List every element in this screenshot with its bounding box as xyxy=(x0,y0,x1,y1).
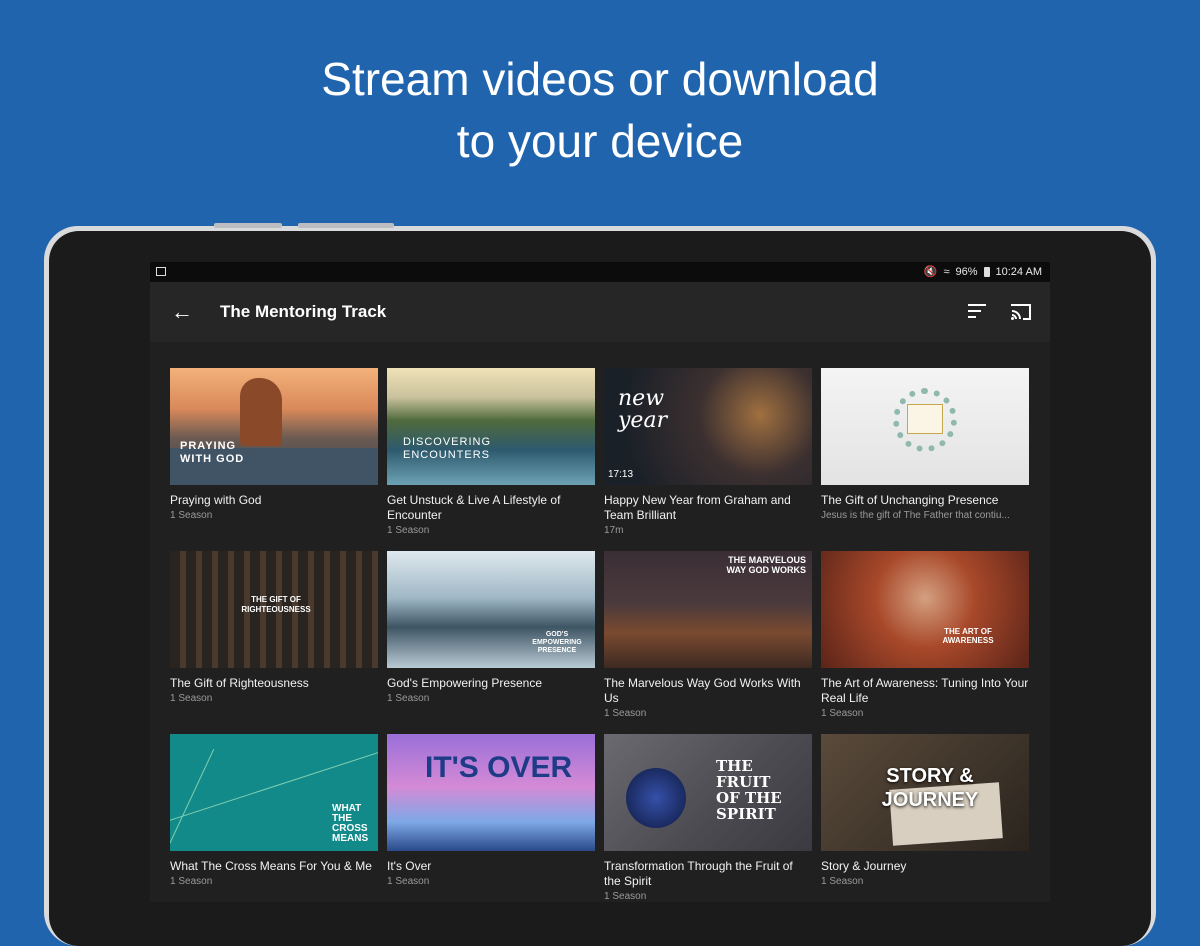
status-right: 🔇 ≈ 96% 10:24 AM xyxy=(924,262,1042,282)
video-card[interactable]: GOD'S EMPOWERING PRESENCE God's Empoweri… xyxy=(387,551,595,706)
battery-percent: 96% xyxy=(955,266,978,278)
page-title: The Mentoring Track xyxy=(220,302,387,321)
tablet-top-button-1 xyxy=(214,223,282,228)
headline: Stream videos or download to your device xyxy=(0,48,1200,172)
app-screen: 🔇 ≈ 96% 10:24 AM ← The Mentoring Track P… xyxy=(150,262,1050,902)
thumbnail-text: PRAYING WITH GOD xyxy=(180,440,245,465)
thumbnail[interactable]: DISCOVERING ENCOUNTERS xyxy=(387,368,595,485)
card-title: The Gift of Righteousness xyxy=(170,676,309,690)
card-title: Happy New Year from Graham and Team Bril… xyxy=(604,493,791,522)
gallery-notification-icon xyxy=(156,267,166,276)
thumbnail-text: GOD'S EMPOWERING PRESENCE xyxy=(532,631,582,654)
thumbnail[interactable]: THE ART OF AWARENESS xyxy=(821,551,1029,668)
thumbnail[interactable]: THE FRUIT OF THE SPIRIT xyxy=(604,734,812,851)
thumbnail[interactable]: PRAYING WITH GOD xyxy=(170,368,378,485)
headline-line-1: Stream videos or download xyxy=(321,53,879,105)
card-title: The Marvelous Way God Works With Us xyxy=(604,676,801,705)
card-title: Story & Journey xyxy=(821,859,907,873)
card-title: Praying with God xyxy=(170,493,262,507)
thumbnail[interactable]: new year 17:13 xyxy=(604,368,812,485)
duration-label: 17:13 xyxy=(608,469,634,480)
card-title: What The Cross Means For You & Me xyxy=(170,859,372,873)
video-card[interactable]: DISCOVERING ENCOUNTERS Get Unstuck & Liv… xyxy=(387,368,595,538)
card-subtitle: 1 Season xyxy=(170,693,213,704)
back-arrow-icon[interactable]: ← xyxy=(170,300,194,324)
thumbnail[interactable]: THE MARVELOUS WAY GOD WORKS xyxy=(604,551,812,668)
thumbnail-text: THE FRUIT OF THE SPIRIT xyxy=(716,757,782,823)
berries-shape xyxy=(626,768,686,828)
card-subtitle: 1 Season xyxy=(387,525,430,536)
video-card[interactable]: IT'S OVER It's Over 1 Season xyxy=(387,734,595,889)
card-subtitle: 1 Season xyxy=(604,708,647,719)
thumbnail-text: new year xyxy=(618,386,668,433)
card-subtitle: 1 Season xyxy=(821,708,864,719)
app-bar: ← The Mentoring Track xyxy=(150,282,1050,342)
thumbnail[interactable]: GOD'S EMPOWERING PRESENCE xyxy=(387,551,595,668)
card-subtitle: 1 Season xyxy=(604,891,647,902)
gift-frame-shape xyxy=(907,404,943,434)
thumbnail[interactable]: STORY & JOURNEY xyxy=(821,734,1029,851)
card-title: Get Unstuck & Live A Lifestyle of Encoun… xyxy=(387,493,561,522)
headline-line-2: to your device xyxy=(456,115,744,167)
card-subtitle: 1 Season xyxy=(387,693,430,704)
thumbnail-text: THE MARVELOUS WAY GOD WORKS xyxy=(726,555,806,575)
thumbnail[interactable]: WHAT THE CROSS MEANS xyxy=(170,734,378,851)
card-subtitle: 1 Season xyxy=(170,510,213,521)
cast-icon[interactable] xyxy=(1010,303,1032,321)
thumbnail-text: STORY & JOURNEY xyxy=(881,765,979,811)
video-card[interactable]: STORY & JOURNEY Story & Journey 1 Season xyxy=(821,734,1029,889)
thumbnail[interactable]: THE GIFT OF RIGHTEOUSNESS xyxy=(170,551,378,668)
card-title: Transformation Through the Fruit of the … xyxy=(604,859,793,888)
thumbnail-text: THE ART OF AWARENESS xyxy=(942,627,994,645)
thumbnail-text: WHAT THE CROSS MEANS xyxy=(332,803,369,844)
card-subtitle: 1 Season xyxy=(821,876,864,887)
video-card[interactable]: The Gift of Unchanging Presence Jesus is… xyxy=(821,368,1029,523)
video-card[interactable]: new year 17:13 Happy New Year from Graha… xyxy=(604,368,812,538)
battery-icon xyxy=(983,267,990,277)
mute-icon: 🔇 xyxy=(923,266,938,278)
line-shape xyxy=(170,748,215,850)
thumbnail-text: IT'S OVER xyxy=(425,751,573,784)
thumbnail[interactable]: IT'S OVER xyxy=(387,734,595,851)
thumbnail-text: DISCOVERING ENCOUNTERS xyxy=(403,436,492,461)
video-card[interactable]: PRAYING WITH GOD Praying with God 1 Seas… xyxy=(170,368,378,523)
clock: 10:24 AM xyxy=(995,266,1042,278)
rock-shape xyxy=(240,378,282,446)
card-title: The Art of Awareness: Tuning Into Your R… xyxy=(821,676,1029,705)
card-subtitle: 1 Season xyxy=(170,876,213,887)
video-card[interactable]: THE ART OF AWARENESS The Art of Awarenes… xyxy=(821,551,1029,721)
tablet-top-button-2 xyxy=(298,223,394,228)
video-card[interactable]: THE GIFT OF RIGHTEOUSNESS The Gift of Ri… xyxy=(170,551,378,706)
video-card[interactable]: THE FRUIT OF THE SPIRIT Transformation T… xyxy=(604,734,812,902)
status-bar: 🔇 ≈ 96% 10:24 AM xyxy=(150,262,1050,282)
card-subtitle: 17m xyxy=(604,525,624,536)
thumbnail[interactable] xyxy=(821,368,1029,485)
wifi-icon: ≈ xyxy=(943,266,950,278)
card-title: It's Over xyxy=(387,859,432,873)
card-subtitle: Jesus is the gift of The Father that con… xyxy=(821,510,1010,521)
thumbnail-text: THE GIFT OF RIGHTEOUSNESS xyxy=(241,595,311,614)
sort-icon[interactable] xyxy=(968,304,988,320)
card-title: The Gift of Unchanging Presence xyxy=(821,493,999,507)
video-card[interactable]: WHAT THE CROSS MEANS What The Cross Mean… xyxy=(170,734,378,889)
video-card[interactable]: THE MARVELOUS WAY GOD WORKS The Marvelou… xyxy=(604,551,812,721)
card-title: God's Empowering Presence xyxy=(387,676,543,690)
card-subtitle: 1 Season xyxy=(387,876,430,887)
